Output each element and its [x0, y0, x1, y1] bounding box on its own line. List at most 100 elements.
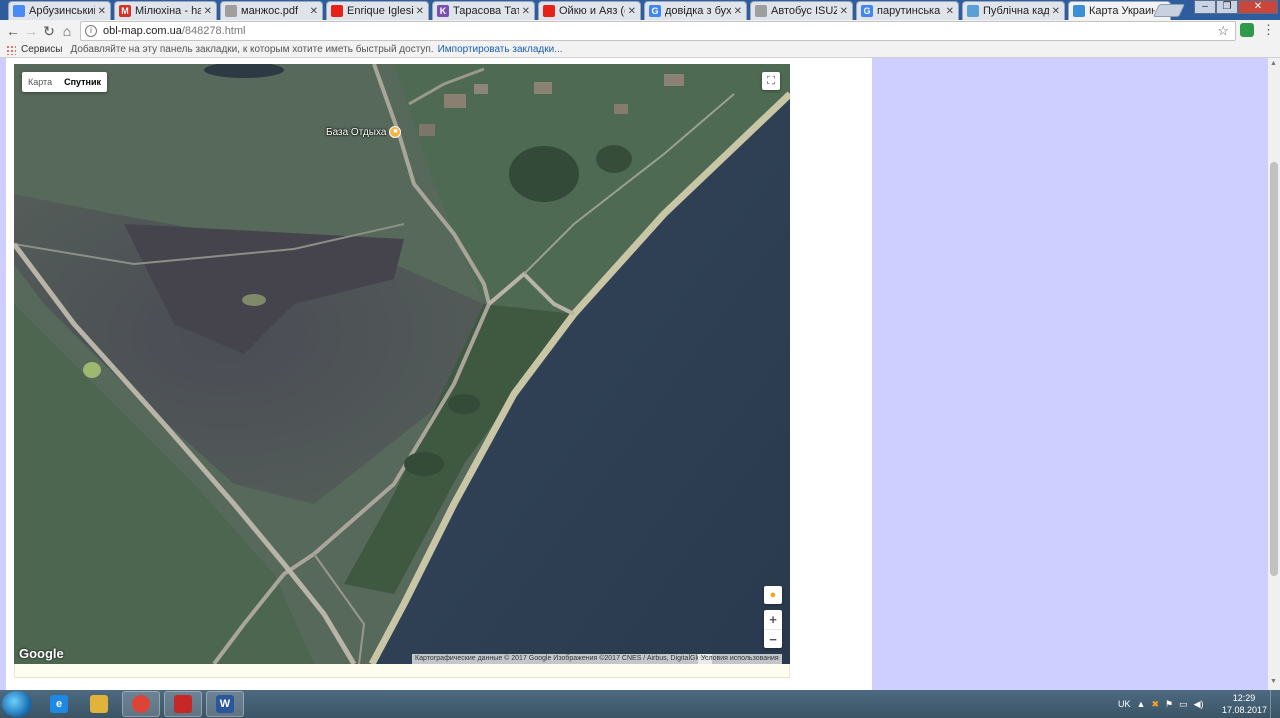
- bed-icon[interactable]: ■: [389, 126, 402, 138]
- page-left-strip: [0, 58, 6, 690]
- url-host: obl-map.com.ua: [103, 25, 182, 37]
- tab-title: Арбузинський ра: [29, 5, 95, 17]
- scroll-up-icon[interactable]: ▲: [1270, 60, 1277, 67]
- tab-6[interactable]: Ойкю и Аяз (сер✕: [538, 1, 641, 20]
- map-type-map-button[interactable]: Карта: [22, 72, 58, 92]
- language-indicator[interactable]: UK: [1118, 699, 1131, 709]
- tab-close-icon[interactable]: ✕: [628, 6, 636, 17]
- page-scrollbar[interactable]: ▲ ▼: [1268, 58, 1280, 690]
- tab-9[interactable]: Gпарутинська с/р✕: [856, 1, 959, 20]
- back-arrow-icon[interactable]: ←: [4, 22, 22, 40]
- browser-toolbar: ← → ↻ ⌂ i obl-map.com.ua/848278.html ☆ ⋮: [0, 20, 1280, 42]
- clock-time: 12:29: [1232, 693, 1256, 703]
- zoom-out-button[interactable]: −: [764, 629, 782, 648]
- address-bar[interactable]: i obl-map.com.ua/848278.html ☆: [80, 21, 1236, 41]
- building: [419, 124, 435, 136]
- forward-arrow-icon[interactable]: →: [22, 22, 40, 40]
- tab-title: Тарасова Татьяна: [453, 5, 519, 17]
- tab-8[interactable]: Автобус ISUZU М✕: [750, 1, 853, 20]
- taskbar-chrome-button[interactable]: [122, 691, 160, 717]
- tree-cluster: [596, 145, 632, 173]
- tab-title: манжос.pdf: [241, 5, 299, 17]
- taskbar-explorer-button[interactable]: [80, 691, 118, 717]
- pegman-icon[interactable]: ●: [764, 586, 782, 604]
- tab-title: Ойкю и Аяз (сер: [559, 5, 625, 17]
- reload-icon[interactable]: ↻: [40, 22, 58, 40]
- map-caption-box: [14, 662, 790, 678]
- tab-close-icon[interactable]: ✕: [204, 6, 212, 17]
- tab-1[interactable]: Арбузинський ра✕: [8, 1, 111, 20]
- tab-title: Мілюхіна - hamr: [135, 5, 201, 17]
- taskbar-clock[interactable]: 12:29 17.08.2017: [1222, 692, 1267, 716]
- tab-title: парутинська с/р: [877, 5, 943, 17]
- explorer-icon: [90, 695, 108, 713]
- poi-marker[interactable]: База Отдыха ■: [326, 126, 402, 138]
- volume-icon[interactable]: ◀): [1194, 699, 1204, 710]
- extension-icon[interactable]: [1240, 23, 1254, 37]
- tab-close-icon[interactable]: ✕: [1052, 6, 1060, 17]
- tab-close-icon[interactable]: ✕: [734, 6, 742, 17]
- tab-2[interactable]: M Мілюхіна - hamr✕: [114, 1, 217, 20]
- fullscreen-icon[interactable]: ⛶: [762, 72, 780, 90]
- show-desktop-button[interactable]: [1270, 690, 1280, 718]
- tab-close-icon[interactable]: ✕: [840, 6, 848, 17]
- flag-icon[interactable]: ⚑: [1165, 699, 1173, 710]
- windows-taskbar: UK ▲ ✖ ⚑ ▭ ◀) 12:29 17.08.2017 e W: [0, 690, 1280, 718]
- cadastre-icon: [967, 5, 979, 17]
- tab-strip: Арбузинський ра✕MМілюхіна - hamr✕манжос.…: [0, 0, 1280, 20]
- zoom-control: + −: [764, 610, 782, 648]
- satellite-imagery: [14, 64, 790, 664]
- services-bookmark[interactable]: Сервисы: [21, 44, 62, 55]
- bookmark-star-icon[interactable]: ☆: [1217, 23, 1229, 39]
- google-logo[interactable]: Google: [19, 646, 64, 661]
- maximize-button[interactable]: ❐: [1216, 0, 1238, 14]
- word-icon: W: [216, 695, 234, 713]
- map-attribution: Картографические данные © 2017 Google Из…: [412, 654, 712, 664]
- acrobat-icon: [174, 695, 192, 713]
- taskbar-word-button[interactable]: W: [206, 691, 244, 717]
- apps-grid-icon[interactable]: [6, 44, 16, 55]
- poi-label[interactable]: База Отдыха: [326, 127, 386, 138]
- building: [614, 104, 628, 114]
- tray-chevron-icon[interactable]: ▲: [1137, 699, 1146, 709]
- tab-close-icon[interactable]: ✕: [522, 6, 530, 17]
- maps-icon: [13, 5, 25, 17]
- page-sidebar: [872, 58, 1268, 690]
- tab-close-icon[interactable]: ✕: [310, 6, 318, 17]
- map-type-satellite-button[interactable]: Спутник: [58, 72, 107, 92]
- close-window-button[interactable]: ✕: [1238, 0, 1278, 14]
- building: [444, 94, 466, 108]
- info-icon[interactable]: i: [85, 25, 97, 37]
- home-icon[interactable]: ⌂: [58, 22, 76, 40]
- satellite-map[interactable]: Карта Спутник ⛶ База Отдыха ■ ● + − Googl…: [14, 64, 790, 664]
- scroll-thumb[interactable]: [1270, 162, 1278, 576]
- tab-title: Карта Украины о: [1089, 5, 1155, 17]
- zoom-in-button[interactable]: +: [764, 610, 782, 629]
- terms-of-use-link[interactable]: Условия использования: [698, 654, 782, 664]
- taskbar-acrobat-button[interactable]: [164, 691, 202, 717]
- start-button[interactable]: [2, 691, 32, 717]
- tab-close-icon[interactable]: ✕: [416, 6, 424, 17]
- import-bookmarks-link[interactable]: Импортировать закладки...: [438, 44, 563, 55]
- tab-5[interactable]: K Тарасова Татьяна✕: [432, 1, 535, 20]
- menu-dots-icon[interactable]: ⋮: [1262, 22, 1275, 38]
- tab-close-icon[interactable]: ✕: [98, 6, 106, 17]
- tab-title: Публічна кадастр: [983, 5, 1049, 17]
- taskbar-ie-button[interactable]: e: [40, 691, 78, 717]
- tab-title: Enrique Iglesias: [347, 5, 413, 17]
- tab-10[interactable]: Публічна кадастр✕: [962, 1, 1065, 20]
- google-icon: G: [649, 5, 661, 17]
- network-icon[interactable]: ▭: [1179, 699, 1188, 710]
- document-icon: [755, 5, 767, 17]
- chrome-icon: [132, 695, 150, 713]
- minimize-button[interactable]: –: [1194, 0, 1216, 14]
- scroll-down-icon[interactable]: ▼: [1270, 678, 1277, 685]
- system-tray: UK ▲ ✖ ⚑ ▭ ◀): [1118, 690, 1204, 718]
- tray-app-icon[interactable]: ✖: [1151, 699, 1159, 710]
- tab-close-icon[interactable]: ✕: [946, 6, 954, 17]
- tree-cluster: [404, 452, 444, 476]
- tree-cluster: [448, 394, 480, 414]
- tab-4[interactable]: Enrique Iglesias✕: [326, 1, 429, 20]
- tab-7[interactable]: Gдовідка з бухгал✕: [644, 1, 747, 20]
- tab-3[interactable]: манжос.pdf ✕: [220, 1, 323, 20]
